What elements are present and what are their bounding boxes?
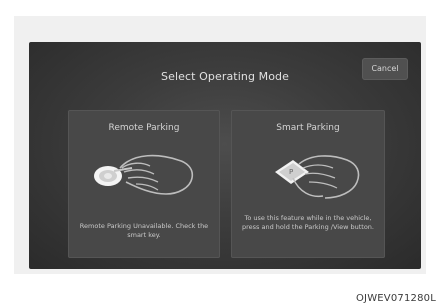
remote-key-hand-icon [94, 154, 194, 195]
remote-parking-card[interactable]: Remote Parking Remote Parking Unavailabl… [68, 110, 220, 258]
mode-select-screen: Select Operating Mode Cancel Remote Park… [29, 42, 421, 269]
remote-parking-description: Remote Parking Unavailable. Check the sm… [79, 222, 209, 239]
parking-button-hand-icon: P [275, 155, 360, 199]
smart-parking-title: Smart Parking [276, 123, 340, 133]
smart-parking-card[interactable]: Smart Parking P To use this feature whil… [231, 110, 385, 258]
remote-parking-title: Remote Parking [108, 123, 180, 133]
svg-text:P: P [289, 168, 293, 176]
smart-parking-description: To use this feature while in the vehicle… [242, 214, 374, 231]
cancel-button[interactable]: Cancel [362, 58, 408, 80]
figure-code: OJWEV071280L [355, 293, 436, 304]
